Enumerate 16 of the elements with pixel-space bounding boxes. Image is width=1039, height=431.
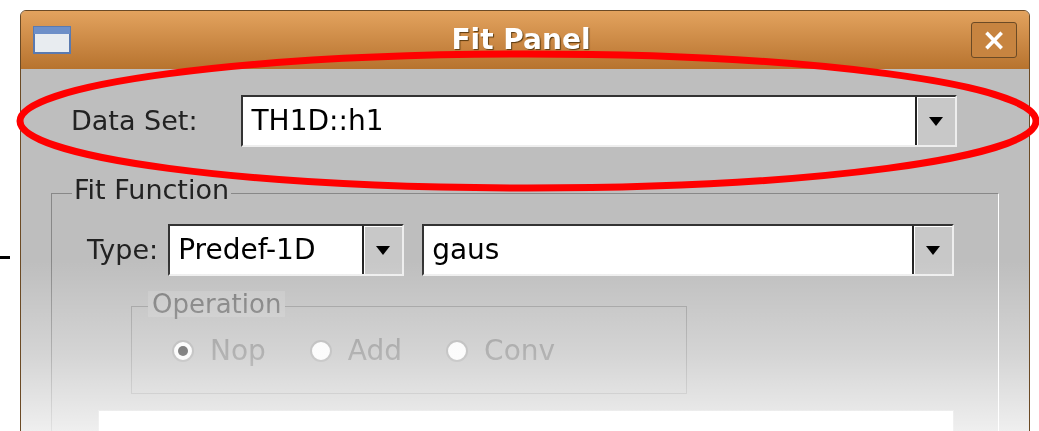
dropdown-button[interactable] [915, 97, 955, 145]
field-label: Type: [87, 232, 159, 267]
caret-icon [926, 245, 940, 255]
dropdown-button[interactable] [912, 226, 952, 274]
combo-box[interactable]: TH1D::h1 [241, 95, 957, 147]
caret-icon [929, 116, 943, 126]
dropdown-button[interactable] [362, 226, 403, 274]
window-icon [33, 26, 71, 54]
group-title: Operation [148, 291, 286, 317]
field-label: Data Set: [71, 103, 198, 138]
caret-icon [376, 245, 391, 255]
tick-mark [0, 256, 10, 259]
close-button[interactable]: × [971, 22, 1017, 58]
combo-box[interactable]: gaus [422, 224, 954, 276]
window-title: Fit Panel [451, 22, 591, 58]
combo-box[interactable]: Predef-1D [168, 224, 405, 276]
